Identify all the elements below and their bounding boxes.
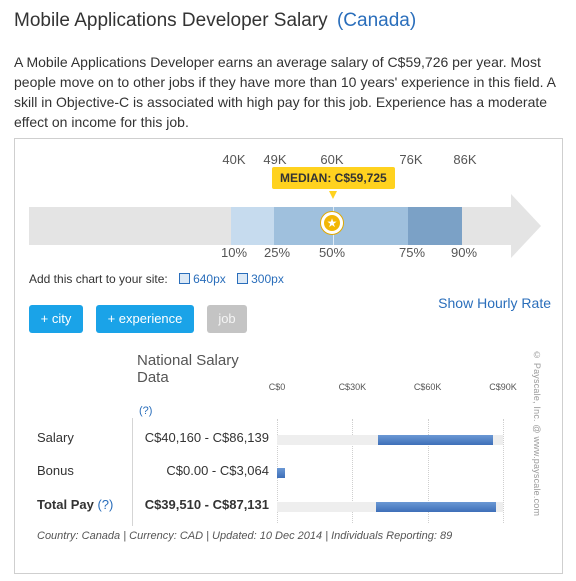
embed-640-label: 640px — [193, 272, 226, 286]
report-footer: Country: Canada | Currency: CAD | Update… — [37, 530, 453, 542]
embed-300-label: 300px — [251, 272, 284, 286]
add-city-button[interactable]: + city — [29, 305, 83, 333]
job-button[interactable]: job — [207, 305, 247, 333]
bonus-row-value: C$0.00 - C$3,064 — [166, 463, 269, 478]
total-pay-label: Total Pay — [37, 497, 94, 512]
embed-300-link[interactable]: 300px — [237, 272, 284, 286]
star-icon: ★ — [321, 212, 343, 234]
total-pay-row-label: Total Pay (?) — [37, 497, 113, 512]
page-title: Mobile Applications Developer Salary (Ca… — [14, 10, 416, 32]
total-pay-range-bar — [376, 502, 496, 512]
tick-10-label: 10% — [220, 245, 248, 260]
tick-50-label: 50% — [318, 245, 346, 260]
column-divider — [132, 418, 133, 526]
payscale-watermark: © Payscale, Inc. @ www.payscale.com — [532, 350, 542, 517]
salary-row-value: C$40,160 - C$86,139 — [144, 430, 269, 445]
axis-label: C$30K — [338, 382, 367, 392]
national-help-link[interactable]: (?) — [139, 405, 152, 417]
salary-row-label: Salary — [37, 430, 74, 445]
band-75-90 — [408, 207, 462, 245]
salary-description: A Mobile Applications Developer earns an… — [14, 54, 556, 130]
location-link[interactable]: (Canada) — [337, 10, 416, 31]
median-badge: MEDIAN: C$59,725 — [272, 167, 395, 189]
axis-label: C$0 — [268, 382, 286, 392]
tick-25-label: 25% — [263, 245, 291, 260]
bonus-range-bar — [277, 468, 285, 478]
axis-label: C$90K — [489, 382, 517, 392]
track-arrowhead — [511, 194, 541, 258]
embed-640-link[interactable]: 640px — [179, 272, 226, 286]
add-chart-label: Add this chart to your site: — [29, 272, 168, 286]
tick-50-value: 60K — [320, 152, 344, 167]
embed-icon — [237, 273, 249, 284]
show-hourly-rate-link[interactable]: Show Hourly Rate — [438, 295, 551, 311]
tick-90-label: 90% — [450, 245, 478, 260]
add-experience-button[interactable]: + experience — [96, 305, 194, 333]
tick-10-value: 40K — [222, 152, 246, 167]
band-10-25 — [231, 207, 274, 245]
tick-75-value: 76K — [399, 152, 423, 167]
title-text: Mobile Applications Developer Salary — [14, 10, 328, 31]
tick-75-label: 75% — [398, 245, 426, 260]
add-chart-row: Add this chart to your site: 640px 300px — [29, 272, 284, 286]
total-pay-help-link[interactable]: (?) — [97, 497, 113, 512]
tick-25-value: 49K — [263, 152, 287, 167]
embed-icon — [179, 273, 191, 284]
total-pay-row-value: C$39,510 - C$87,131 — [144, 497, 269, 512]
tick-90-value: 86K — [453, 152, 477, 167]
salary-panel: 40K 49K 60K 76K 86K MEDIAN: C$59,725 ★ 1… — [14, 138, 563, 574]
national-salary-title: National Salary Data — [137, 352, 239, 386]
axis-label: C$60K — [413, 382, 442, 392]
median-pointer — [329, 191, 337, 199]
gridline — [503, 419, 504, 523]
bonus-row-label: Bonus — [37, 463, 74, 478]
salary-range-bar — [377, 435, 494, 445]
